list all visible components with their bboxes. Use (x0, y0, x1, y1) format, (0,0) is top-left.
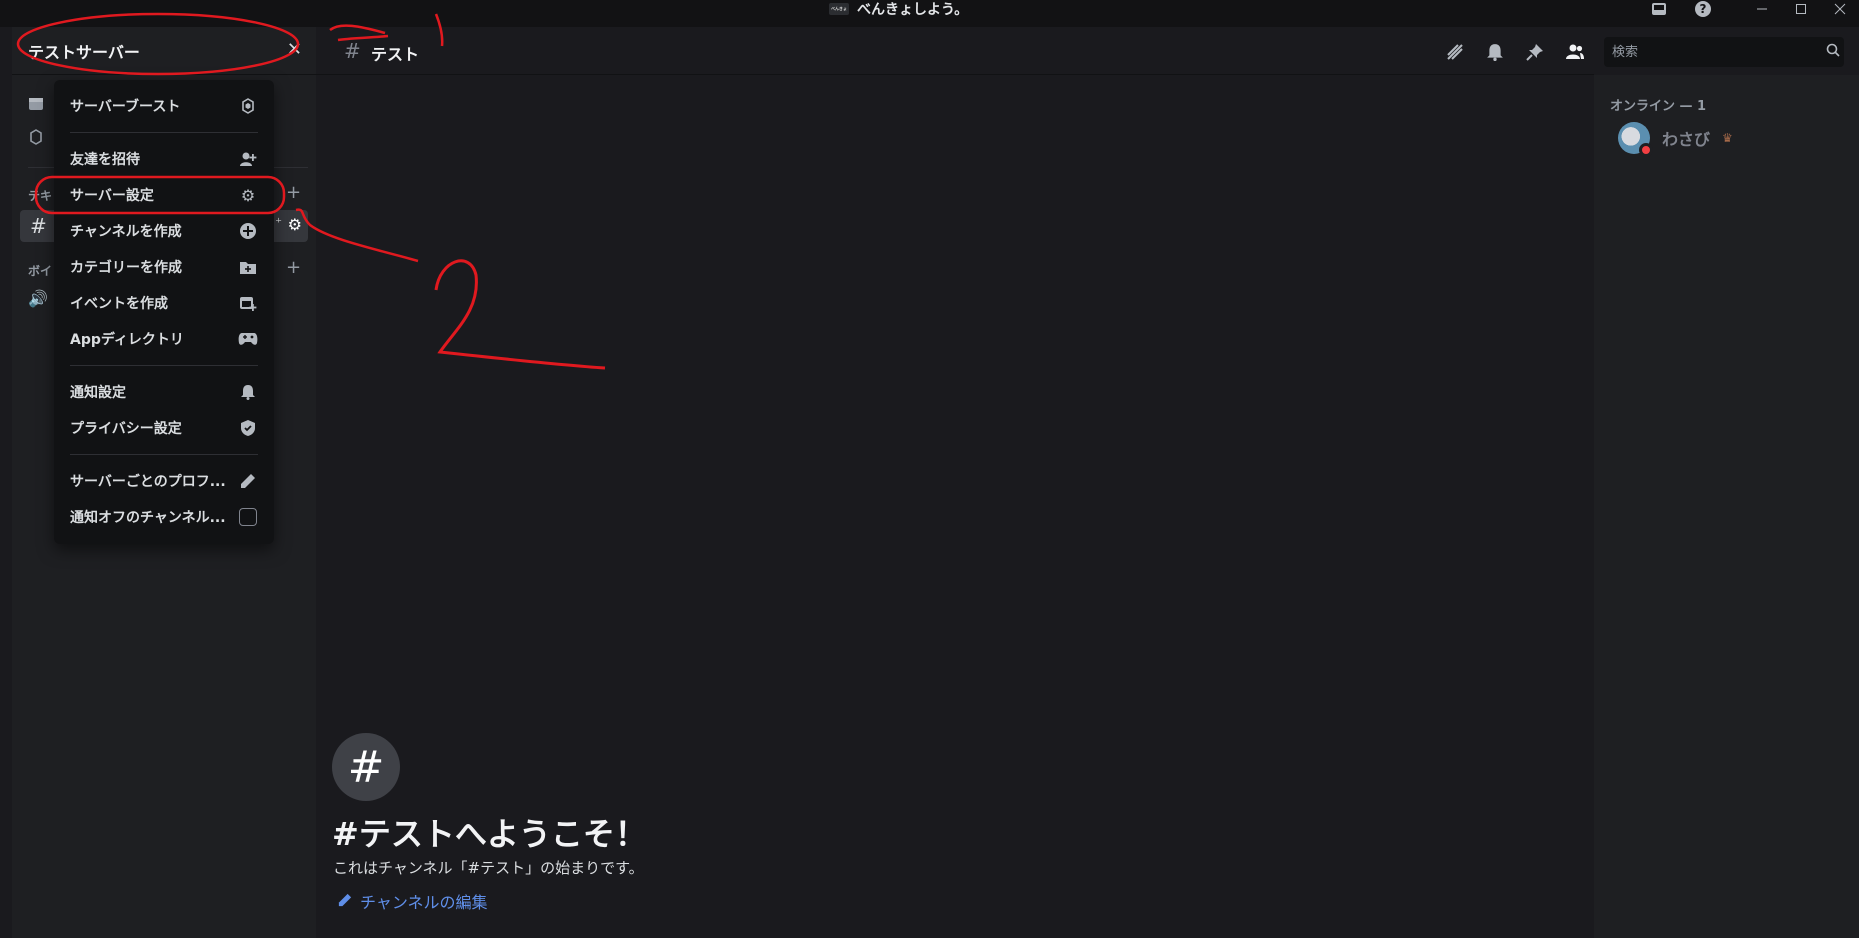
menu-item-per-server-profile[interactable]: サーバーごとのプロフ... (62, 465, 266, 497)
category-text-channels[interactable]: テキ (28, 187, 52, 204)
edit-channel-link[interactable]: チャンネルの編集 (338, 889, 488, 913)
window-title: べんきょしよう。 (857, 2, 969, 18)
shield-icon (238, 418, 258, 438)
pencil-icon (338, 892, 352, 911)
speaker-icon: 🔊 (28, 289, 48, 308)
maximize-icon[interactable] (1787, 0, 1815, 18)
menu-item-create-category[interactable]: カテゴリーを作成 (62, 251, 266, 283)
channel-title: テスト (371, 45, 420, 64)
menu-divider (70, 454, 258, 455)
title-bar: べんきょ べんきょしよう。 ? (0, 0, 1859, 27)
menu-item-server-settings[interactable]: サーバー設定 ⚙ (62, 179, 266, 211)
welcome-title: #テストへようこそ！ (332, 815, 647, 853)
add-voice-channel-icon[interactable]: + (286, 257, 301, 278)
menu-item-invite-friends[interactable]: 友達を招待 (62, 143, 266, 175)
bell-icon (238, 382, 258, 402)
calendar-plus-icon (238, 293, 258, 313)
menu-item-notification-settings[interactable]: 通知設定 (62, 376, 266, 408)
members-header: オンライン — 1 (1610, 99, 1707, 114)
menu-item-privacy-settings[interactable]: プライバシー設定 (62, 412, 266, 444)
minimize-icon[interactable] (1748, 0, 1776, 18)
member-item[interactable]: わさび ♛ (1618, 122, 1733, 157)
crown-icon: ♛ (1722, 131, 1733, 145)
hash-icon: # (30, 214, 47, 238)
app-logo: べんきょ (829, 3, 849, 15)
hash-icon: # (344, 39, 361, 63)
calendar-icon[interactable] (26, 93, 46, 113)
help-icon[interactable]: ? (1692, 0, 1714, 18)
checkbox-icon[interactable] (238, 507, 258, 527)
search-icon (1826, 43, 1840, 61)
chat-header: # テスト (316, 27, 1844, 75)
gear-icon: ⚙ (240, 185, 256, 205)
boost-icon (238, 96, 258, 116)
svg-text:?: ? (1700, 2, 1707, 16)
edit-channel-label: チャンネルの編集 (360, 893, 488, 912)
menu-divider (70, 132, 258, 133)
server-dropdown-menu: サーバーブースト 友達を招待 サーバー設定 ⚙ チャンネルを作成 カテゴリーを作… (54, 80, 274, 544)
category-voice-channels[interactable]: ボイ (28, 262, 52, 279)
avatar (1618, 122, 1653, 157)
server-header[interactable]: テストサーバー ✕ (12, 27, 316, 75)
chat-area: # テスト # #テストへようこそ！ これはチャンネル「#テスト」の始まりです。… (316, 27, 1844, 938)
add-channel-icon[interactable]: + (286, 182, 301, 203)
member-name: わさび (1662, 130, 1711, 149)
threads-icon[interactable] (1443, 40, 1467, 64)
dnd-status-icon (1639, 143, 1653, 157)
invite-icon[interactable]: ⁺ (275, 216, 282, 231)
pencil-icon (238, 471, 258, 491)
inbox-icon[interactable] (1648, 0, 1670, 18)
welcome-subtitle: これはチャンネル「#テスト」の始まりです。 (333, 859, 644, 877)
close-window-icon[interactable] (1826, 0, 1854, 18)
member-list: オンライン — 1 わさび ♛ (1594, 75, 1859, 938)
menu-item-create-event[interactable]: イベントを作成 (62, 287, 266, 319)
channel-gear-icon[interactable]: ⚙ (288, 215, 302, 234)
menu-item-app-directory[interactable]: Appディレクトリ (62, 323, 266, 355)
app-title: べんきょ べんきょしよう。 (829, 0, 968, 18)
close-icon[interactable]: ✕ (287, 39, 302, 60)
menu-divider (70, 365, 258, 366)
pin-icon[interactable] (1523, 40, 1547, 64)
server-name: テストサーバー (28, 42, 140, 62)
menu-item-hide-muted-channels[interactable]: 通知オフのチャンネル... (62, 501, 266, 533)
menu-item-create-channel[interactable]: チャンネルを作成 (62, 215, 266, 247)
search-input[interactable] (1604, 37, 1844, 67)
menu-item-server-boost[interactable]: サーバーブースト (62, 90, 266, 122)
bell-icon[interactable] (1483, 40, 1507, 64)
add-person-icon (238, 149, 258, 169)
channel-hash-avatar: # (332, 733, 400, 801)
boost-icon[interactable] (26, 127, 46, 147)
folder-plus-icon (238, 257, 258, 277)
gamepad-icon (238, 329, 258, 349)
member-list-icon[interactable] (1563, 40, 1587, 64)
plus-circle-icon (238, 221, 258, 241)
